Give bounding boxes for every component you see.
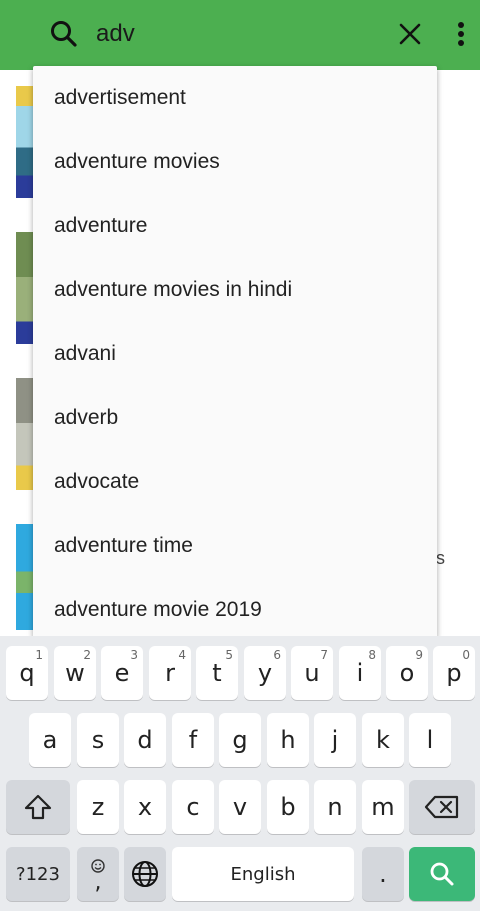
- suggestion-item[interactable]: advocate: [33, 450, 437, 514]
- key-b[interactable]: b: [267, 780, 309, 834]
- video-thumbnail[interactable]: [16, 378, 34, 490]
- key-r[interactable]: r4: [149, 646, 191, 700]
- key-s[interactable]: s: [77, 713, 119, 767]
- key-n[interactable]: n: [314, 780, 356, 834]
- key-hint: 1: [35, 648, 43, 662]
- key-hint: 2: [83, 648, 91, 662]
- suggestions-dropdown: advertisement adventure movies adventure…: [33, 66, 437, 638]
- key-hint: 0: [462, 648, 470, 662]
- key-label: q: [19, 659, 35, 687]
- key-d[interactable]: d: [124, 713, 166, 767]
- key-q[interactable]: q1: [6, 646, 48, 700]
- app-screen: s adv advertisement adventure movies adv…: [0, 0, 480, 911]
- search-icon: [51, 21, 77, 47]
- language-key[interactable]: [124, 847, 166, 901]
- suggestion-item[interactable]: adventure movies in hindi: [33, 258, 437, 322]
- key-label: t: [212, 659, 222, 687]
- shift-icon: [24, 794, 52, 820]
- key-o[interactable]: o9: [386, 646, 428, 700]
- key-hint: 4: [178, 648, 186, 662]
- key-k[interactable]: k: [362, 713, 404, 767]
- video-thumbnail[interactable]: [16, 86, 34, 198]
- video-thumbnail[interactable]: [16, 524, 34, 630]
- key-z[interactable]: z: [77, 780, 119, 834]
- key-y[interactable]: y6: [244, 646, 286, 700]
- backspace-key[interactable]: [409, 780, 475, 834]
- backspace-icon: [424, 795, 459, 819]
- key-c[interactable]: c: [172, 780, 214, 834]
- key-label: o: [399, 659, 415, 687]
- key-hint: 6: [273, 648, 281, 662]
- key-h[interactable]: h: [267, 713, 309, 767]
- key-l[interactable]: l: [409, 713, 451, 767]
- suggestion-item[interactable]: adventure time: [33, 514, 437, 578]
- suggestion-item[interactable]: adverb: [33, 386, 437, 450]
- key-label: u: [304, 659, 320, 687]
- key-hint: 7: [320, 648, 328, 662]
- key-label: y: [257, 659, 273, 687]
- suggestion-item[interactable]: advani: [33, 322, 437, 386]
- key-g[interactable]: g: [219, 713, 261, 767]
- key-label: e: [114, 659, 130, 687]
- key-hint: 3: [130, 648, 138, 662]
- space-bar[interactable]: English: [172, 847, 354, 901]
- key-hint: 8: [368, 648, 376, 662]
- suggestion-item[interactable]: adventure: [33, 194, 437, 258]
- symbols-key[interactable]: ?123: [6, 847, 70, 901]
- key-label: w: [65, 659, 85, 687]
- key-hint: 9: [415, 648, 423, 662]
- key-f[interactable]: f: [172, 713, 214, 767]
- key-m[interactable]: m: [362, 780, 404, 834]
- key-hint: 5: [225, 648, 233, 662]
- key-label: p: [446, 659, 462, 687]
- key-label: i: [356, 659, 364, 687]
- key-t[interactable]: t5: [196, 646, 238, 700]
- key-w[interactable]: w2: [54, 646, 96, 700]
- close-icon[interactable]: [396, 20, 424, 48]
- key-v[interactable]: v: [219, 780, 261, 834]
- key-e[interactable]: e3: [101, 646, 143, 700]
- key-a[interactable]: a: [29, 713, 71, 767]
- key-j[interactable]: j: [314, 713, 356, 767]
- search-input[interactable]: adv: [96, 20, 135, 48]
- more-vert-icon[interactable]: [450, 18, 472, 50]
- suggestion-item[interactable]: adventure movies: [33, 130, 437, 194]
- suggestion-item[interactable]: advertisement: [33, 66, 437, 130]
- shift-key[interactable]: [6, 780, 70, 834]
- key-u[interactable]: u7: [291, 646, 333, 700]
- soft-keyboard: q1 w2 e3 r4 t5 y6 u7 i8 o9 p0 a s d f g …: [0, 636, 480, 911]
- search-action-key[interactable]: [409, 847, 475, 901]
- suggestion-item[interactable]: adventure movie 2019: [33, 578, 437, 638]
- key-x[interactable]: x: [124, 780, 166, 834]
- globe-icon: [132, 861, 158, 887]
- key-p[interactable]: p0: [433, 646, 475, 700]
- key-i[interactable]: i8: [339, 646, 381, 700]
- search-icon: [430, 862, 454, 886]
- comma-label: ,: [94, 870, 102, 895]
- key-label: r: [165, 659, 175, 687]
- period-key[interactable]: .: [362, 847, 404, 901]
- video-thumbnail[interactable]: [16, 232, 34, 344]
- emoji-comma-key[interactable]: ,: [77, 847, 119, 901]
- search-toolbar: adv: [0, 0, 480, 70]
- video-title-fragment: s: [436, 548, 445, 568]
